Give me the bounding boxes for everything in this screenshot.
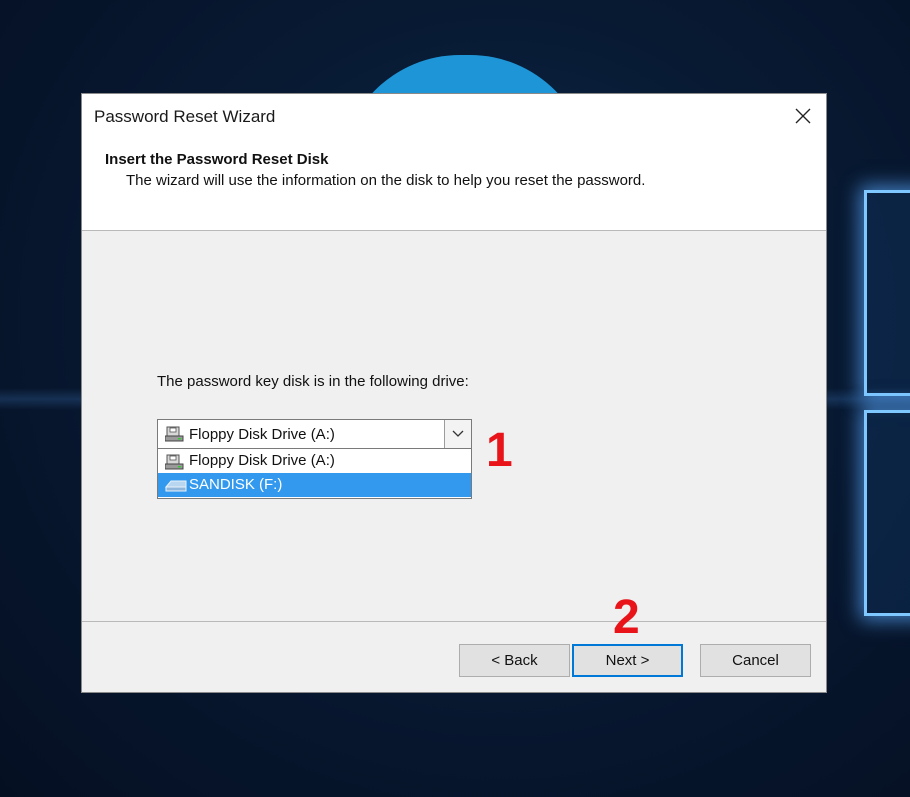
floppy-drive-icon	[164, 426, 185, 447]
back-button[interactable]: < Back	[459, 644, 570, 677]
windows-logo-pane	[864, 410, 910, 616]
drive-dropdown-list: Floppy Disk Drive (A:) SANDISK (F:)	[157, 449, 472, 499]
title-bar[interactable]: Password Reset Wizard	[82, 94, 826, 138]
password-reset-wizard-dialog: Password Reset Wizard Insert the Passwor…	[81, 93, 827, 693]
page-subtitle: The wizard will use the information on t…	[126, 172, 646, 189]
dropdown-option-floppy[interactable]: Floppy Disk Drive (A:)	[158, 449, 471, 473]
dropdown-option-sandisk[interactable]: SANDISK (F:)	[158, 473, 471, 497]
drive-select-value: Floppy Disk Drive (A:)	[189, 426, 335, 443]
annotation-step-2: 2	[613, 591, 640, 644]
dropdown-toggle[interactable]	[444, 420, 471, 448]
dropdown-option-label: Floppy Disk Drive (A:)	[189, 452, 335, 469]
close-icon	[795, 108, 811, 124]
windows-logo-icon	[830, 170, 910, 630]
page-title: Insert the Password Reset Disk	[105, 151, 329, 168]
drive-prompt-label: The password key disk is in the followin…	[157, 373, 469, 390]
drive-select[interactable]: Floppy Disk Drive (A:)	[157, 419, 472, 449]
close-button[interactable]	[780, 94, 826, 138]
usb-drive-icon	[164, 478, 187, 496]
dropdown-option-label: SANDISK (F:)	[189, 476, 283, 493]
window-title: Password Reset Wizard	[94, 107, 276, 126]
footer-divider	[82, 621, 826, 622]
annotation-step-1: 1	[486, 424, 513, 477]
cancel-button[interactable]: Cancel	[700, 644, 811, 677]
chevron-down-icon	[452, 430, 464, 437]
next-button[interactable]: Next >	[572, 644, 683, 677]
wizard-header: Insert the Password Reset Disk The wizar…	[82, 138, 826, 231]
floppy-drive-icon	[164, 454, 185, 474]
windows-logo-pane	[864, 190, 910, 396]
